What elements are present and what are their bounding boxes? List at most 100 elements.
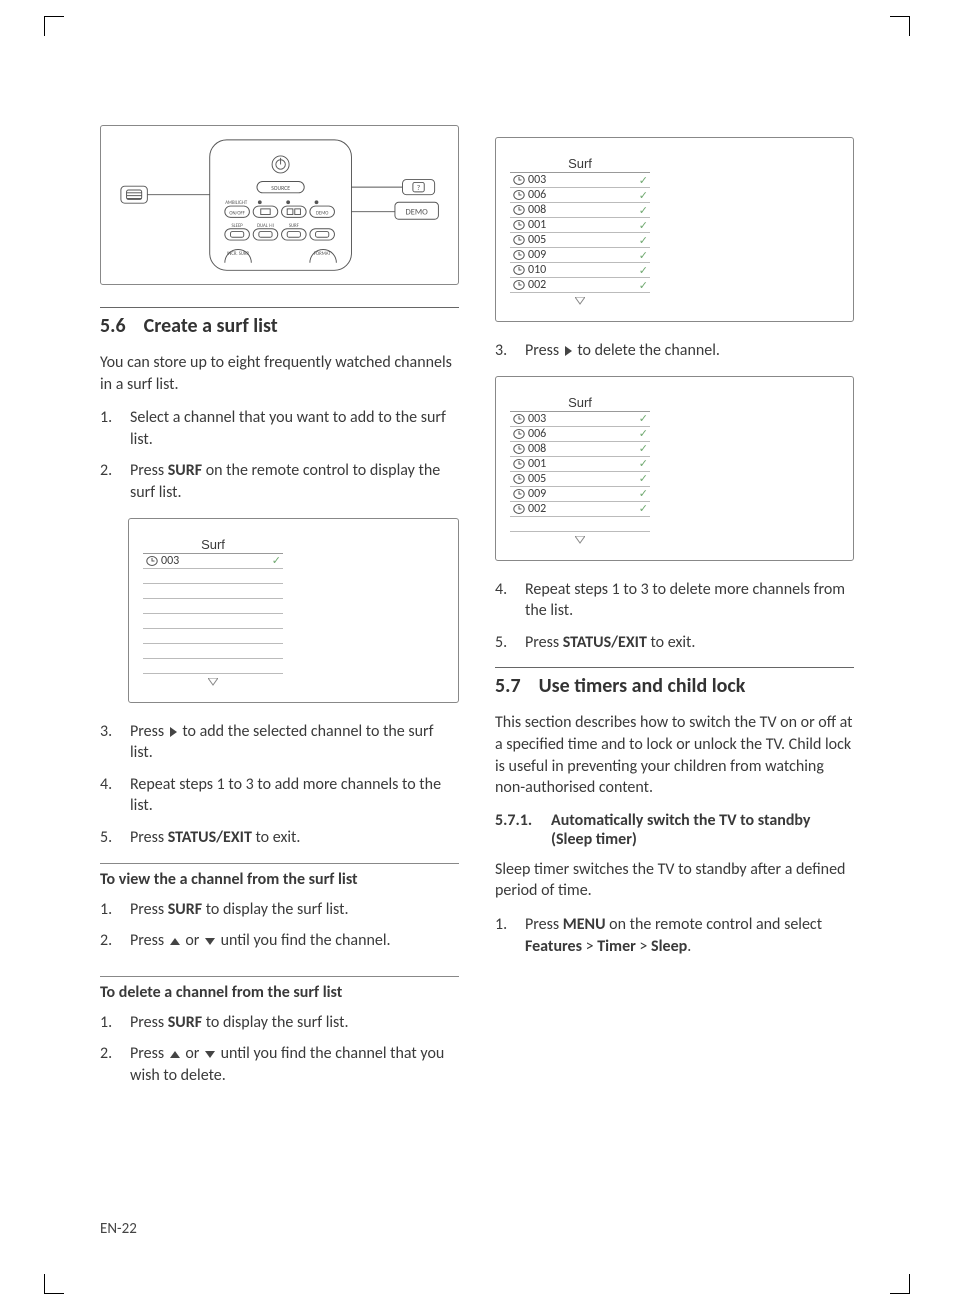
clock-icon	[512, 189, 526, 201]
section-5-6-heading: 5.6 Create a surf list	[100, 307, 459, 338]
surf-channel-number: 001	[526, 218, 639, 232]
step-item: 2. Press or until you find the channel t…	[100, 1043, 459, 1086]
checkmark-icon: ✓	[639, 487, 648, 500]
surf-row: 008✓	[510, 203, 650, 218]
surf-row: 003✓	[143, 554, 283, 569]
svg-text:DEMO: DEMO	[405, 207, 428, 217]
crop-mark-br	[890, 1274, 910, 1294]
surf-list-box: Surf 003✓006✓008✓001✓005✓009✓010✓002✓	[510, 156, 650, 309]
surf-row-empty	[143, 584, 283, 599]
surf-list-figure-2: Surf 003✓006✓008✓001✓005✓009✓010✓002✓	[495, 137, 854, 322]
checkmark-icon: ✓	[639, 472, 648, 485]
checkmark-icon: ✓	[639, 442, 648, 455]
surf-channel-number: 006	[526, 188, 639, 202]
surf-channel-number: 008	[526, 203, 639, 217]
surf-channel-number: 009	[526, 248, 639, 262]
checkmark-icon: ✓	[639, 412, 648, 425]
surf-row: 003✓	[510, 412, 650, 427]
clock-icon	[512, 443, 526, 455]
surf-row: 006✓	[510, 188, 650, 203]
surf-row-empty	[143, 599, 283, 614]
delete-channel-subheading: To delete a channel from the surf list	[100, 976, 459, 1002]
surf-channel-number: 003	[526, 173, 639, 187]
surf-list-figure-1: Surf 003✓	[128, 518, 459, 703]
clock-icon	[512, 174, 526, 186]
checkmark-icon: ✓	[639, 249, 648, 262]
delete-steps-4-5: 4. Repeat steps 1 to 3 to delete more ch…	[495, 579, 854, 654]
surf-title: Surf	[510, 395, 650, 412]
step-item: 1. Press SURF to display the surf list.	[100, 1012, 459, 1034]
section-number: 5.6	[100, 314, 126, 338]
surf-scroll-down-icon	[143, 674, 283, 690]
crop-mark-tl	[44, 16, 64, 36]
sleep-timer-steps: 1. Press MENU on the remote control and …	[495, 914, 854, 957]
surf-list-box: Surf 003✓006✓008✓001✓005✓009✓002✓	[510, 395, 650, 548]
svg-text:SOURCE: SOURCE	[271, 185, 290, 192]
checkmark-icon: ✓	[639, 457, 648, 470]
view-channel-steps: 1. Press SURF to display the surf list. …	[100, 899, 459, 952]
section-5-7-intro: This section describes how to switch the…	[495, 712, 854, 798]
svg-text:DUAL I-II: DUAL I-II	[257, 224, 274, 229]
surf-channel-number: 005	[526, 472, 639, 486]
left-column: SOURCE AMBILIGHT ON/OFF DEMO SLEEP	[100, 125, 459, 1250]
section-number: 5.7	[495, 674, 521, 698]
step-item: 4. Repeat steps 1 to 3 to delete more ch…	[495, 579, 854, 622]
triangle-up-icon	[168, 931, 182, 950]
surf-row: 010✓	[510, 263, 650, 278]
clock-icon	[512, 204, 526, 216]
checkmark-icon: ✓	[272, 554, 281, 567]
right-column: Surf 003✓006✓008✓001✓005✓009✓010✓002✓ 3.…	[495, 125, 854, 1250]
surf-row: 005✓	[510, 472, 650, 487]
clock-icon	[512, 458, 526, 470]
page-footer: EN-22	[100, 1220, 137, 1238]
remote-control-illustration: SOURCE AMBILIGHT ON/OFF DEMO SLEEP	[119, 134, 440, 276]
surf-row: 001✓	[510, 457, 650, 472]
delete-channel-steps: 1. Press SURF to display the surf list. …	[100, 1012, 459, 1087]
surf-channel-number: 008	[526, 442, 639, 456]
subsection-5-7-1-intro: Sleep timer switches the TV to standby a…	[495, 859, 854, 902]
surf-channel-number: 003	[159, 554, 272, 568]
checkmark-icon: ✓	[639, 189, 648, 202]
clock-icon	[512, 503, 526, 515]
surf-list-figure-3: Surf 003✓006✓008✓001✓005✓009✓002✓	[495, 376, 854, 561]
checkmark-icon: ✓	[639, 174, 648, 187]
surf-channel-number: 002	[526, 502, 639, 516]
surf-channel-number: 001	[526, 457, 639, 471]
surf-channel-number: 005	[526, 233, 639, 247]
remote-control-figure: SOURCE AMBILIGHT ON/OFF DEMO SLEEP	[100, 125, 459, 285]
surf-scroll-down-icon	[510, 532, 650, 548]
surf-channel-number: 002	[526, 278, 639, 292]
surf-channel-number: 006	[526, 427, 639, 441]
clock-icon	[512, 234, 526, 246]
surf-row: 008✓	[510, 442, 650, 457]
crop-mark-tr	[890, 16, 910, 36]
svg-text:SLEEP: SLEEP	[231, 224, 243, 229]
step-item: 3. Press to add the selected channel to …	[100, 721, 459, 764]
surf-row: 009✓	[510, 487, 650, 502]
triangle-right-icon	[563, 341, 574, 360]
section-5-6-intro: You can store up to eight frequently wat…	[100, 352, 459, 395]
svg-text:DEMO: DEMO	[316, 211, 328, 216]
surf-title: Surf	[510, 156, 650, 173]
section-5-7-heading: 5.7 Use timers and child lock	[495, 667, 854, 698]
create-surf-steps-2: 3. Press to add the selected channel to …	[100, 721, 459, 849]
triangle-down-icon	[203, 1044, 217, 1063]
surf-row-empty	[143, 569, 283, 584]
checkmark-icon: ✓	[639, 234, 648, 247]
svg-text:AMBILIGHT: AMBILIGHT	[225, 201, 248, 206]
surf-row: 006✓	[510, 427, 650, 442]
subsection-5-7-1-heading: 5.7.1. Automatically switch the TV to st…	[495, 811, 854, 849]
surf-row-empty	[143, 644, 283, 659]
surf-row: 009✓	[510, 248, 650, 263]
surf-channel-number: 010	[526, 263, 639, 277]
step-item: 5. Press STATUS/EXIT to exit.	[100, 827, 459, 849]
clock-icon	[512, 279, 526, 291]
step-item: 1. Press SURF to display the surf list.	[100, 899, 459, 921]
checkmark-icon: ✓	[639, 427, 648, 440]
checkmark-icon: ✓	[639, 219, 648, 232]
view-channel-subheading: To view the a channel from the surf list	[100, 863, 459, 889]
surf-list-box: Surf 003✓	[143, 537, 283, 690]
section-title: Create a surf list	[144, 314, 278, 338]
surf-row-empty	[143, 659, 283, 674]
step-item: 3. Press to delete the channel.	[495, 340, 854, 362]
